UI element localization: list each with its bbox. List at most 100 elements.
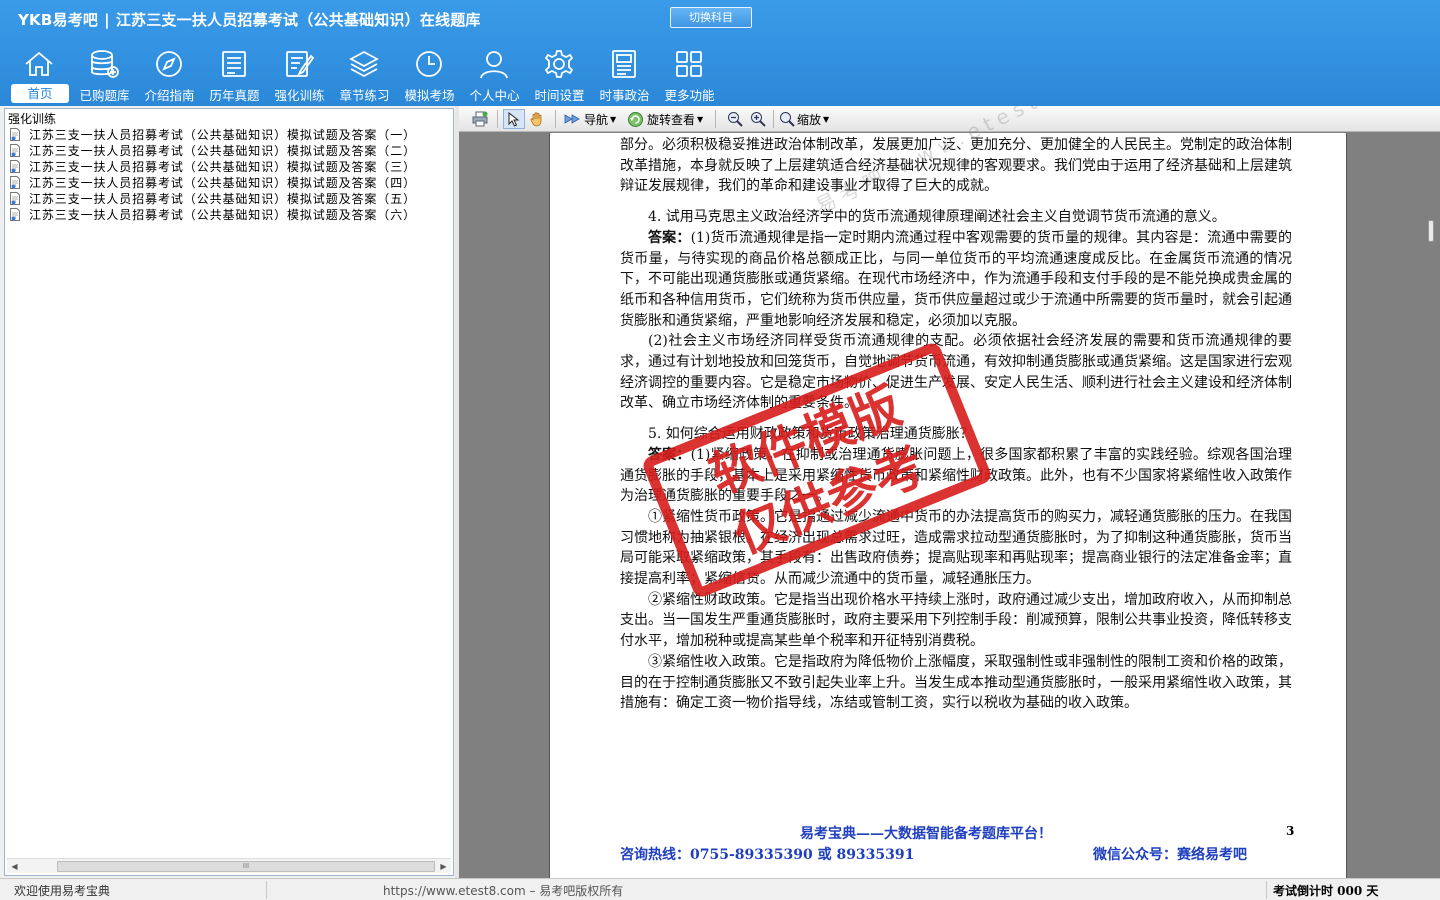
page-number: 3	[1286, 824, 1295, 838]
nav-current-affairs[interactable]: 时事政治	[592, 46, 657, 104]
chevron-down-icon: ▼	[697, 114, 704, 124]
nav-label: 介绍指南	[144, 88, 195, 103]
nav-label: 时事政治	[599, 88, 650, 103]
database-icon	[91, 50, 119, 78]
zoom-out-icon	[728, 112, 743, 127]
document-body: 部分。必须积极稳妥推进政治体制改革，发展更加广泛、更加充分、更加健全的人民民主。…	[620, 135, 1292, 714]
nav-label: 强化训练	[274, 88, 325, 103]
nav-purchased-banks[interactable]: 已购题库	[72, 46, 137, 104]
scrollbar-thumb[interactable]: III	[57, 861, 435, 872]
zoom-dropdown[interactable]: 缩放 ▼	[779, 109, 829, 129]
nav-label: 历年真题	[209, 88, 260, 103]
clock-icon	[416, 51, 442, 77]
magnifier-icon	[780, 112, 795, 127]
question-4: 4. 试用马克思主义政治经济学中的货币流通规律原理阐述社会主义自觉调节货币流通的…	[648, 209, 1226, 226]
tree-item-label: 江苏三支一扶人员招募考试（公共基础知识）模拟试题及答案（六）	[29, 207, 417, 222]
status-separator	[1266, 881, 1267, 899]
exam-tree: 江苏三支一扶人员招募考试（公共基础知识）模拟试题及答案（一） 江苏三支一扶人员招…	[9, 126, 416, 222]
page-footer-wechat: 微信公众号：赛络易考吧	[1093, 847, 1247, 863]
answer-4-part-1: 答案：(1)货币流通规律是指一定时期内流通过程中客观需要的货币量的规律。其内容是…	[620, 228, 1292, 332]
answer-5-part-1: 答案：(1)紧缩政策。在抑制或治理通货膨胀问题上，很多国家都积累了丰富的实践经验…	[620, 445, 1292, 507]
nav-label: 更多功能	[664, 88, 715, 103]
status-bar: 欢迎使用易考宝典 https://www.etest8.com – 易考吧版权所…	[0, 878, 1440, 900]
status-separator	[266, 881, 267, 899]
answer-5-part-3: ②紧缩性财政政策。它是指当出现价格水平持续上涨时，政府通过减少支出，增加政府收入…	[620, 591, 1292, 650]
answer-label: 答案：	[648, 229, 691, 246]
select-tool-button[interactable]	[503, 109, 525, 129]
document-icon	[10, 175, 20, 189]
tree-item[interactable]: 江苏三支一扶人员招募考试（公共基础知识）模拟试题及答案（二）	[9, 142, 416, 158]
nav-label: 已购题库	[79, 88, 130, 103]
chevron-down-icon: ▼	[823, 114, 830, 124]
hand-icon	[530, 112, 542, 127]
nav-label: 章节练习	[339, 88, 390, 103]
switch-subject-button[interactable]: 切换科目	[670, 7, 752, 28]
grid-icon	[676, 51, 702, 77]
document-list-icon	[222, 51, 246, 77]
scroll-left-icon[interactable]: ◀	[7, 859, 22, 874]
vertical-scroll-handle[interactable]	[1428, 220, 1434, 242]
toolbar-separator	[773, 110, 774, 128]
navigation-dropdown[interactable]: 导航 ▼	[564, 109, 616, 129]
nav-personal-center[interactable]: 个人中心	[462, 46, 527, 104]
nav-past-exams[interactable]: 历年真题	[202, 46, 267, 104]
user-icon	[480, 51, 508, 79]
chevron-down-icon: ▼	[610, 114, 617, 124]
document-icon	[10, 143, 20, 157]
toolbar-separator	[555, 110, 556, 128]
exam-countdown: 考试倒计时 000 天	[1273, 884, 1379, 898]
nav-label: 时间设置	[534, 88, 585, 103]
tree-item[interactable]: 江苏三支一扶人员招募考试（公共基础知识）模拟试题及答案（三）	[9, 158, 416, 174]
tree-item-label: 江苏三支一扶人员招募考试（公共基础知识）模拟试题及答案（二）	[29, 143, 417, 158]
document-page: 部分。必须积极稳妥推进政治体制改革，发展更加广泛、更加充分、更加健全的人民民主。…	[549, 106, 1347, 878]
nav-time-settings[interactable]: 时间设置	[527, 46, 592, 104]
document-icon	[10, 207, 20, 221]
tree-item-label: 江苏三支一扶人员招募考试（公共基础知识）模拟试题及答案（三）	[29, 159, 417, 174]
brand-logo: YKB易考吧	[18, 11, 99, 29]
layers-icon	[349, 50, 379, 78]
toolbar-separator	[715, 110, 716, 128]
nav-mock-exam[interactable]: 模拟考场	[397, 46, 462, 104]
print-button[interactable]	[471, 109, 489, 129]
answer-4-part-2: (2)社会主义市场经济同样受货币流通规律的支配。必须依据社会经济发展的需要和货币…	[620, 333, 1292, 412]
tree-item[interactable]: 江苏三支一扶人员招募考试（公共基础知识）模拟试题及答案（四）	[9, 174, 416, 190]
answer-text: (1)货币流通规律是指一定时期内流通过程中客观需要的货币量的规律。其内容是：流通…	[620, 229, 1292, 329]
hand-tool-button[interactable]	[529, 109, 545, 129]
tree-item[interactable]: 江苏三支一扶人员招募考试（公共基础知识）模拟试题及答案（一）	[9, 126, 416, 142]
nav-guide[interactable]: 介绍指南	[137, 46, 202, 104]
main-nav: 首页 已购题库 介绍指南 历年真题 强化训练 章节练习 模拟考场 个人中心 时间…	[7, 46, 722, 104]
zoom-in-button[interactable]	[750, 109, 766, 129]
nav-label: 首页	[11, 84, 69, 103]
document-icon	[10, 191, 20, 205]
nav-home[interactable]: 首页	[7, 46, 72, 104]
cursor-arrow-icon	[508, 111, 520, 127]
rotate-view-dropdown[interactable]: 旋转查看 ▼	[627, 109, 703, 129]
toolbar-separator	[497, 110, 498, 128]
status-copyright: https://www.etest8.com – 易考吧版权所有	[383, 884, 624, 898]
page-title: 江苏三支一扶人员招募考试（公共基础知识）在线题库	[115, 11, 481, 29]
printer-icon	[472, 111, 488, 127]
zoom-label: 缩放	[797, 112, 822, 127]
status-welcome: 欢迎使用易考宝典	[14, 884, 111, 898]
answer-text: (1)紧缩政策。在抑制或治理通货膨胀问题上，很多国家都积累了丰富的实践经验。综观…	[620, 446, 1292, 505]
nav-intensive-training[interactable]: 强化训练	[267, 46, 332, 104]
zoom-in-icon	[751, 112, 766, 127]
document-icon	[10, 159, 20, 173]
scroll-right-icon[interactable]: ▶	[436, 859, 451, 874]
tree-item[interactable]: 江苏三支一扶人员招募考试（公共基础知识）模拟试题及答案（五）	[9, 190, 416, 206]
document-viewer: 导航 ▼ 旋转查看 ▼ 缩放 ▼ 部分。必须积极稳妥推进政治体制改革，发展更加广泛、更…	[459, 106, 1440, 878]
tree-item-label: 江苏三支一扶人员招募考试（公共基础知识）模拟试题及答案（一）	[29, 127, 417, 142]
tree-item[interactable]: 江苏三支一扶人员招募考试（公共基础知识）模拟试题及答案（六）	[9, 206, 416, 222]
tree-root-label[interactable]: 强化训练	[8, 110, 56, 127]
newspaper-icon	[612, 50, 636, 78]
navigation-icon	[564, 114, 580, 124]
document-icon	[10, 127, 20, 141]
nav-more-features[interactable]: 更多功能	[657, 46, 722, 104]
tree-panel: 强化训练 江苏三支一扶人员招募考试（公共基础知识）模拟试题及答案（一） 江苏三支…	[4, 108, 454, 876]
answer-5-part-2: ①紧缩性货币政策。它是指通过减少流通中货币的办法提高货币的购买力，减轻通货膨胀的…	[620, 508, 1292, 588]
zoom-out-button[interactable]	[727, 109, 743, 129]
answer-5-part-4: ③紧缩性收入政策。它是指政府为降低物价上涨幅度，采取强制性或非强制性的限制工资和…	[620, 653, 1292, 712]
nav-chapter-practice[interactable]: 章节练习	[332, 46, 397, 104]
tree-item-label: 江苏三支一扶人员招募考试（公共基础知识）模拟试题及答案（五）	[29, 191, 417, 206]
horizontal-scrollbar[interactable]: ◀ III ▶	[7, 858, 451, 873]
